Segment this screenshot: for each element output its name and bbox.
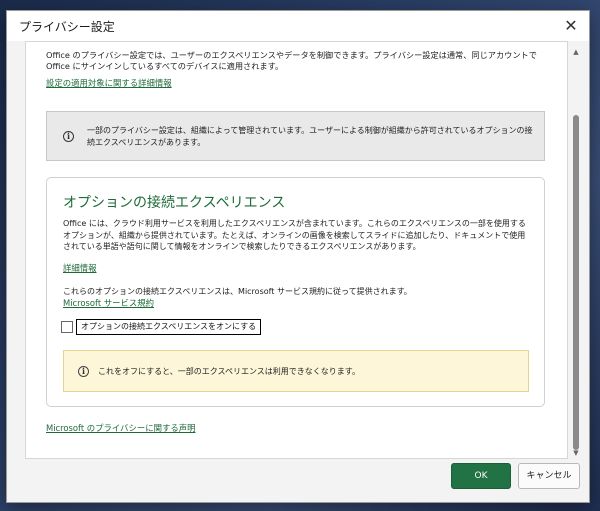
- scope-details-link[interactable]: 設定の適用対象に関する詳細情報: [46, 77, 172, 89]
- title-bar: プライバシー設定 ✕: [7, 11, 589, 41]
- optional-experiences-card: オプションの接続エクスペリエンス Office には、クラウド利用サービスを利用…: [46, 177, 545, 407]
- managed-by-org-notice: i 一部のプライバシー設定は、組織によって管理されています。ユーザーによる制御が…: [46, 111, 545, 161]
- info-icon: i: [78, 366, 89, 377]
- cancel-button[interactable]: キャンセル: [518, 463, 580, 489]
- ok-button[interactable]: OK: [451, 463, 511, 489]
- enable-optional-experiences-checkbox[interactable]: [61, 321, 73, 333]
- scroll-down-arrow[interactable]: ▼: [571, 448, 581, 458]
- section-description: Office には、クラウド利用サービスを利用したエクスペリエンスが含まれていま…: [63, 219, 526, 251]
- section-title: オプションの接続エクスペリエンス: [63, 195, 286, 211]
- terms-text: これらのオプションの接続エクスペリエンスは、Microsoft サービス規約に従…: [63, 287, 412, 296]
- privacy-statement-link[interactable]: Microsoft のプライバシーに関する声明: [46, 422, 195, 434]
- details-link[interactable]: 詳細情報: [63, 262, 97, 274]
- dialog-title: プライバシー設定: [19, 20, 115, 34]
- settings-content[interactable]: Office のプライバシー設定では、ユーザーのエクスペリエンスやデータを制御で…: [25, 41, 568, 459]
- scrollbar-thumb[interactable]: [573, 115, 579, 450]
- service-terms-link[interactable]: Microsoft サービス規約: [63, 297, 154, 309]
- scroll-up-arrow[interactable]: ▲: [571, 47, 581, 57]
- vertical-scrollbar[interactable]: ▲ ▼: [569, 47, 583, 458]
- warning-notice: i これをオフにすると、一部のエクスペリエンスは利用できなくなります。: [63, 350, 529, 392]
- warning-text: これをオフにすると、一部のエクスペリエンスは利用できなくなります。: [98, 367, 360, 376]
- checkbox-label[interactable]: オプションの接続エクスペリエンスをオンにする: [76, 319, 262, 335]
- intro-text: Office のプライバシー設定では、ユーザーのエクスペリエンスやデータを制御で…: [46, 50, 537, 71]
- close-icon[interactable]: ✕: [557, 13, 585, 39]
- privacy-settings-dialog: プライバシー設定 ✕ Office のプライバシー設定では、ユーザーのエクスペリ…: [6, 10, 590, 503]
- info-icon: i: [63, 131, 74, 142]
- managed-notice-text: 一部のプライバシー設定は、組織によって管理されています。ユーザーによる制御が組織…: [87, 126, 533, 147]
